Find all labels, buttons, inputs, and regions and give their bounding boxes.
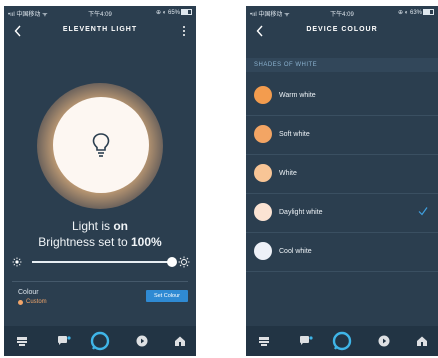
light-detail-screen: •ııl 中国移动 ᯤ 下午4:09 ⊕ ◐ 65% ELEVENTH LIGH… xyxy=(4,6,196,356)
chat-icon xyxy=(58,336,71,345)
colour-option-label: Cool white xyxy=(279,248,312,255)
bottom-nav xyxy=(4,326,196,356)
power-toggle-button[interactable] xyxy=(53,97,149,193)
set-colour-button[interactable]: Set Colour xyxy=(146,290,188,302)
bottom-nav xyxy=(246,326,438,356)
colour-option-label: White xyxy=(279,170,297,177)
checkmark-icon xyxy=(418,207,428,216)
brightness-value: 100% xyxy=(131,235,162,249)
divider xyxy=(12,281,188,282)
nav-alexa[interactable] xyxy=(90,331,110,351)
section-header: SHADES OF WHITE xyxy=(246,58,438,72)
slider-track[interactable] xyxy=(32,261,172,263)
lightbulb-icon xyxy=(92,133,110,157)
nav-play[interactable] xyxy=(374,331,394,351)
chat-icon xyxy=(300,336,313,345)
status-right: ⊕ ◐ 63% xyxy=(398,9,434,16)
battery-icon xyxy=(423,9,434,16)
slider-handle[interactable] xyxy=(167,257,177,267)
colour-option-warm-white[interactable]: Warm white xyxy=(246,77,438,116)
home-icon xyxy=(259,337,269,346)
colour-swatch xyxy=(254,125,272,143)
header: DEVICE COLOUR xyxy=(246,22,438,42)
colour-option-daylight-white[interactable]: Daylight white xyxy=(246,194,438,233)
battery-text: ⊕ ◐ 63% xyxy=(398,10,422,16)
page-title: DEVICE COLOUR xyxy=(306,26,378,33)
colour-swatch xyxy=(254,242,272,260)
colour-option-white[interactable]: White xyxy=(246,155,438,194)
play-icon xyxy=(136,335,148,347)
status-bar: •ııl 中国移动 ᯤ 下午4:09 ⊕ ◐ 65% xyxy=(4,6,196,19)
devices-icon xyxy=(175,336,185,346)
colour-option-label: Soft white xyxy=(279,131,310,138)
header: ELEVENTH LIGHT xyxy=(4,22,196,42)
home-icon xyxy=(17,337,27,346)
colour-swatch xyxy=(254,86,272,104)
nav-communicate[interactable] xyxy=(296,331,316,351)
colour-option-soft-white[interactable]: Soft white xyxy=(246,116,438,155)
page-title: ELEVENTH LIGHT xyxy=(62,26,138,33)
nav-play[interactable] xyxy=(132,331,152,351)
status-bar: •ııl 中国移动 ᯤ 下午4:09 ⊕ ◐ 63% xyxy=(246,6,438,19)
colour-option-cool-white[interactable]: Cool white xyxy=(246,233,438,272)
brightness-high-icon xyxy=(178,256,190,268)
nav-devices[interactable] xyxy=(170,331,190,351)
brightness-low-icon xyxy=(12,257,22,267)
nav-devices[interactable] xyxy=(412,331,432,351)
light-state-text: Light is on xyxy=(71,219,129,233)
status-right: ⊕ ◐ 65% xyxy=(156,9,192,16)
play-icon xyxy=(378,335,390,347)
colour-label: Colour xyxy=(18,289,39,296)
brightness-slider[interactable] xyxy=(12,256,190,268)
nav-home[interactable] xyxy=(254,331,274,351)
colour-option-label: Daylight white xyxy=(279,209,323,216)
battery-text: ⊕ ◐ 65% xyxy=(156,10,180,16)
more-menu-button[interactable] xyxy=(178,22,190,40)
device-colour-screen: •ııl 中国移动 ᯤ 下午4:09 ⊕ ◐ 63% DEVICE COLOUR… xyxy=(246,6,438,356)
colour-swatch xyxy=(254,203,272,221)
light-state-value: on xyxy=(113,219,129,233)
brightness-text: Brightness set to 100% xyxy=(38,235,162,249)
battery-icon xyxy=(181,9,192,16)
alexa-icon xyxy=(332,331,352,351)
nav-home[interactable] xyxy=(12,331,32,351)
nav-alexa[interactable] xyxy=(332,331,352,351)
colour-value: Custom xyxy=(18,299,47,305)
devices-icon xyxy=(417,336,427,346)
nav-communicate[interactable] xyxy=(54,331,74,351)
colour-swatch xyxy=(18,299,23,305)
colour-swatch xyxy=(254,164,272,182)
colour-option-label: Warm white xyxy=(279,92,316,99)
alexa-icon xyxy=(90,331,110,351)
